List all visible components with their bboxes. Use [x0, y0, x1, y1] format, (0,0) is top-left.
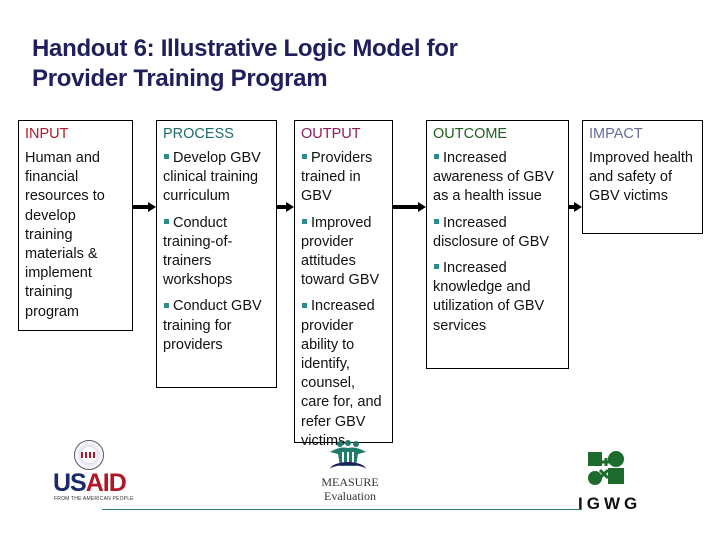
square-bullet-icon: [302, 154, 307, 160]
outcome-item: Increased knowledge and utilization of G…: [433, 260, 545, 334]
page-title: Handout 6: Illustrative Logic Model for …: [32, 34, 692, 94]
impact-box: IMPACT Improved health and safety of GBV…: [582, 120, 703, 234]
process-box: PROCESS Develop GBV clinical training cu…: [156, 120, 277, 388]
outcome-item: Increased disclosure of GBV: [433, 214, 550, 250]
outcome-box: OUTCOME Increased awareness of GBV as a …: [426, 120, 569, 369]
input-heading: INPUT: [25, 126, 69, 142]
usaid-wordmark: USAID: [53, 469, 127, 497]
square-bullet-icon: [164, 154, 169, 160]
square-bullet-icon: [164, 218, 169, 224]
process-item: Conduct GBV training for providers: [163, 298, 262, 353]
usaid-logo: USAID FROM THE AMERICAN PEOPLE: [50, 440, 134, 504]
usaid-seal-stripes: [81, 452, 95, 458]
output-heading: OUTPUT: [301, 126, 361, 142]
square-bullet-icon: [302, 218, 307, 224]
igwg-wordmark: IGWG: [578, 494, 642, 513]
input-text: Human and financial resources to develop…: [25, 150, 105, 320]
outcome-item: Increased awareness of GBV as a health i…: [433, 150, 554, 205]
measure-evaluation-logo: MEASURE Evaluation: [310, 440, 390, 510]
igwg-puzzle-icon: [588, 451, 624, 485]
output-item: Providers trained in GBV: [301, 150, 373, 205]
process-item: Conduct training-of-trainers workshops: [163, 214, 233, 289]
output-item: Improved provider attitudes toward GBV: [301, 214, 380, 289]
title-line-2: Provider Training Program: [32, 65, 328, 92]
arrow-right-icon: [393, 202, 426, 212]
square-bullet-icon: [302, 302, 307, 308]
square-bullet-icon: [164, 302, 169, 308]
square-bullet-icon: [434, 154, 439, 160]
impact-heading: IMPACT: [589, 126, 643, 142]
output-box: OUTPUT Providers trained in GBV Improved…: [294, 120, 393, 449]
square-bullet-icon: [434, 218, 439, 224]
arrow-right-icon: [277, 202, 294, 212]
output-item: Increased provider ability to identify, …: [301, 298, 382, 449]
arrow-right-icon: [569, 202, 582, 212]
square-bullet-icon: [434, 264, 439, 270]
input-box: INPUT Human and financial resources to d…: [18, 120, 133, 331]
process-item: Develop GBV clinical training curriculum: [163, 150, 261, 205]
igwg-logo: IGWG: [578, 450, 648, 530]
impact-text: Improved health and safety of GBV victim…: [589, 150, 693, 205]
usaid-tagline: FROM THE AMERICAN PEOPLE: [54, 496, 134, 502]
measure-wordmark: MEASURE Evaluation: [321, 475, 379, 503]
title-line-1: Handout 6: Illustrative Logic Model for: [32, 35, 458, 62]
process-heading: PROCESS: [163, 126, 234, 142]
outcome-heading: OUTCOME: [433, 126, 508, 142]
footer-divider: [102, 509, 582, 510]
arrow-right-icon: [133, 202, 156, 212]
